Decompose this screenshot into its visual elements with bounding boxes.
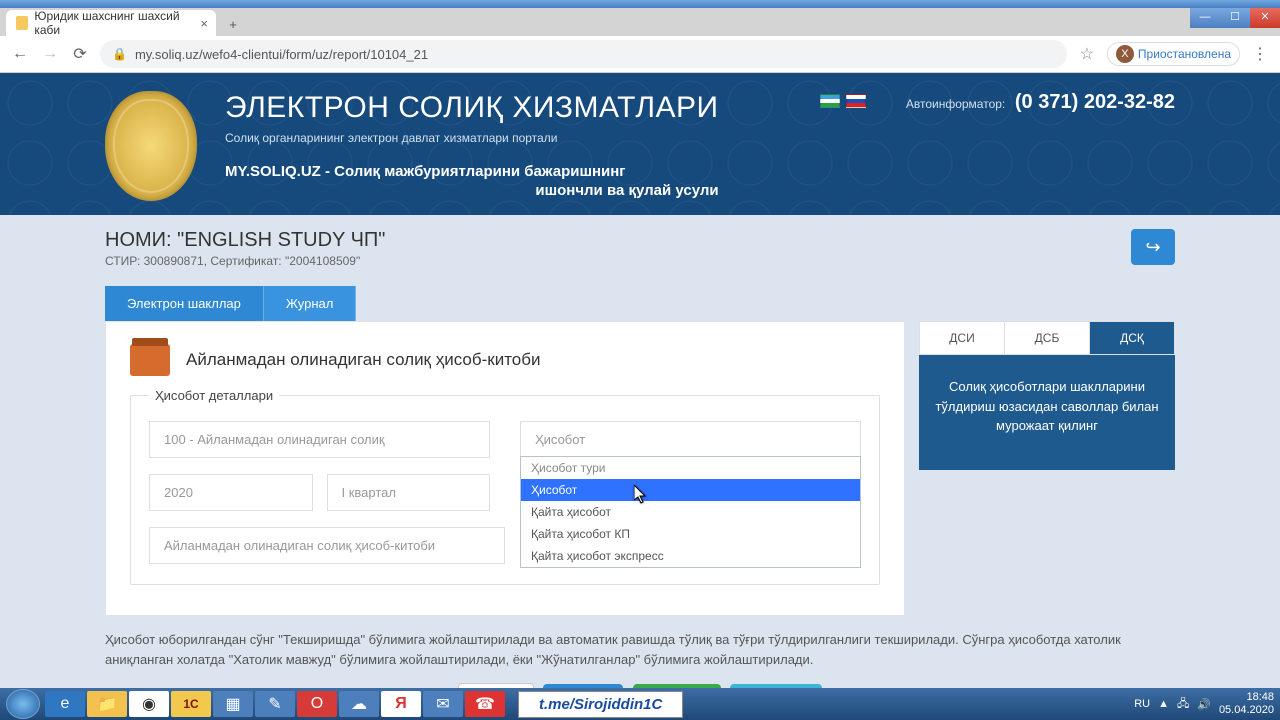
window-minimize[interactable]: — <box>1190 8 1220 28</box>
favicon <box>16 16 28 30</box>
dropdown-option[interactable]: Қайта ҳисобот КП <box>521 523 860 545</box>
autoinformer-label: Автоинформатор: <box>906 97 1005 111</box>
taskbar-opera[interactable]: O <box>297 691 337 717</box>
tab-electronic-forms[interactable]: Электрон шакллар <box>105 286 264 321</box>
logout-button[interactable]: ↪ <box>1131 229 1175 265</box>
tray-date[interactable]: 05.04.2020 <box>1219 704 1274 717</box>
profile-status: Приостановлена <box>1138 47 1231 61</box>
telegram-link[interactable]: t.me/Sirojiddin1C <box>518 691 683 718</box>
help-paragraph: Ҳисобот юборилгандан сўнг "Текширишда" б… <box>105 630 1175 669</box>
close-icon[interactable]: × <box>200 16 208 31</box>
report-name-field[interactable]: Айланмадан олинадиган солиқ ҳисоб-китоби <box>149 527 505 564</box>
star-icon[interactable]: ☆ <box>1077 44 1097 64</box>
taskbar: e 📁 ◉ 1C ▦ ✎ O ☁ Я ✉ ☎ t.me/Sirojiddin1C… <box>0 688 1280 720</box>
lock-icon: 🔒 <box>112 47 127 61</box>
back-button[interactable]: ← <box>10 44 30 64</box>
avatar: Х <box>1116 45 1134 63</box>
dropdown-header: Ҳисобот тури <box>521 457 860 479</box>
taskbar-1c[interactable]: 1C <box>171 691 211 717</box>
side-tab-dsb[interactable]: ДСБ <box>1004 322 1089 354</box>
taskbar-app[interactable]: ☎ <box>465 691 505 717</box>
side-help-text: Солиқ ҳисоботлари шаклларини тўлдириш юз… <box>919 355 1175 470</box>
site-subtitle: Солиқ органларининг электрон давлат хизм… <box>225 131 719 145</box>
tray-sound-icon[interactable]: 🔊 <box>1197 698 1211 711</box>
forward-button[interactable]: → <box>40 44 60 64</box>
report-type-select[interactable]: Ҳисобот <box>520 421 861 458</box>
site-logo <box>105 91 197 201</box>
taskbar-app[interactable]: ☁ <box>339 691 379 717</box>
reload-button[interactable]: ⟳ <box>70 44 90 64</box>
slogan-line1: - Солиқ мажбуриятларини бажаришнинг <box>321 163 626 180</box>
company-name: НОМИ: "ENGLISH STUDY ЧП" <box>105 229 385 252</box>
tab-journal[interactable]: Журнал <box>264 286 356 321</box>
dropdown-option[interactable]: Ҳисобот <box>521 479 860 501</box>
taskbar-chrome[interactable]: ◉ <box>129 691 169 717</box>
tab-title: Юридик шахснинг шахсий каби <box>34 9 188 37</box>
url-text: my.soliq.uz/wefo4-clientui/form/uz/repor… <box>135 47 428 62</box>
quarter-select[interactable]: I квартал <box>327 474 491 511</box>
wallet-icon <box>130 344 170 376</box>
tray-flag-icon[interactable]: ▲ <box>1158 698 1169 710</box>
window-close[interactable]: ✕ <box>1250 8 1280 28</box>
taskbar-app[interactable]: ✉ <box>423 691 463 717</box>
logout-icon: ↪ <box>1145 237 1160 258</box>
lang-ru[interactable] <box>846 94 866 108</box>
taskbar-app[interactable]: ▦ <box>213 691 253 717</box>
dropdown-option[interactable]: Қайта ҳисобот <box>521 501 860 523</box>
browser-tab[interactable]: Юридик шахснинг шахсий каби × <box>6 10 216 36</box>
slogan-line2: ишончли ва қулай усули <box>225 182 719 199</box>
start-button[interactable] <box>6 689 40 719</box>
tax-type-select[interactable]: 100 - Айланмадан олинадиган солиқ <box>149 421 490 458</box>
taskbar-ie[interactable]: e <box>45 691 85 717</box>
address-bar[interactable]: 🔒 my.soliq.uz/wefo4-clientui/form/uz/rep… <box>100 40 1067 68</box>
report-type-dropdown: Ҳисобот тури Ҳисобот Қайта ҳисобот Қайта… <box>520 456 861 568</box>
profile-chip[interactable]: Х Приостановлена <box>1107 42 1240 66</box>
menu-icon[interactable]: ⋮ <box>1250 44 1270 64</box>
site-domain: MY.SOLIQ.UZ <box>225 163 321 180</box>
site-title: ЭЛЕКТРОН СОЛИҚ ХИЗМАТЛАРИ <box>225 91 719 125</box>
fieldset-legend: Ҳисобот деталлари <box>149 388 279 403</box>
phone-number: (0 371) 202-32-82 <box>1015 91 1175 113</box>
taskbar-explorer[interactable]: 📁 <box>87 691 127 717</box>
tray-lang[interactable]: RU <box>1134 698 1150 710</box>
new-tab-button[interactable]: + <box>222 14 244 36</box>
tab-strip: Юридик шахснинг шахсий каби × + — ☐ ✕ <box>0 8 1280 36</box>
side-tab-dsk[interactable]: ДСҚ <box>1089 322 1174 354</box>
dropdown-option[interactable]: Қайта ҳисобот экспресс <box>521 545 860 567</box>
taskbar-yandex[interactable]: Я <box>381 691 421 717</box>
window-maximize[interactable]: ☐ <box>1220 8 1250 28</box>
side-tab-dsi[interactable]: ДСИ <box>920 322 1004 354</box>
company-meta: СТИР: 300890871, Сертификат: "2004108509… <box>105 254 385 268</box>
taskbar-app[interactable]: ✎ <box>255 691 295 717</box>
lang-uz[interactable] <box>820 94 840 108</box>
year-select[interactable]: 2020 <box>149 474 313 511</box>
tray-time[interactable]: 18:48 <box>1219 691 1274 704</box>
card-title: Айланмадан олинадиган солиқ ҳисоб-китоби <box>186 350 540 370</box>
tray-network-icon[interactable]: 🖧 <box>1177 695 1189 714</box>
